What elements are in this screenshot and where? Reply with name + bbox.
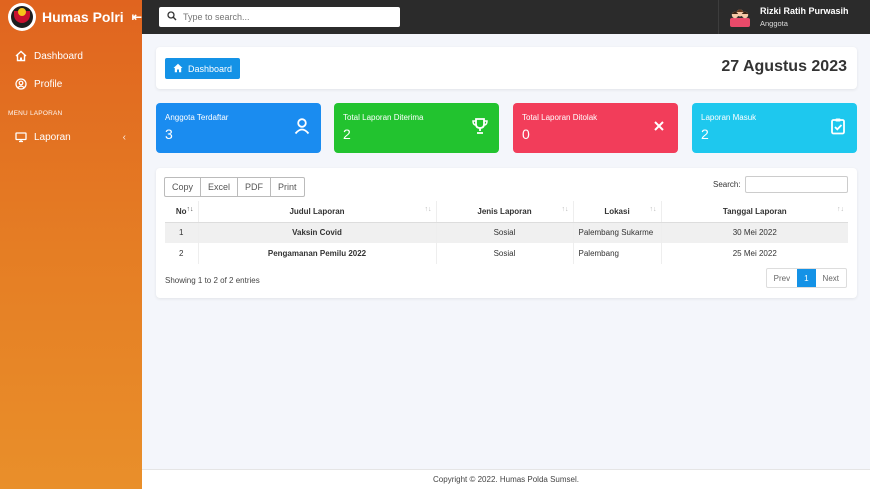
print-button[interactable]: Print xyxy=(271,178,304,196)
brand[interactable]: Humas Polri ⇤ xyxy=(0,0,142,34)
export-buttons: Copy Excel PDF Print xyxy=(164,177,305,197)
cell-lokasi: Palembang Sukarme xyxy=(573,222,662,243)
stat-label: Laporan Masuk xyxy=(701,113,757,122)
stat-card-anggota: Anggota Terdaftar 3 xyxy=(156,103,321,153)
stat-value: 2 xyxy=(701,126,709,142)
table-header-row: No ↑↓ Judul Laporan ↑↓ Jenis Laporan ↑↓ Lok… xyxy=(165,201,848,223)
cell-judul: Vaksin Covid xyxy=(198,222,437,243)
user-name: Rizki Ratih Purwasih xyxy=(760,6,849,16)
stat-card-ditolak: Total Laporan Ditolak 0 xyxy=(513,103,678,153)
sidebar: Humas Polri ⇤ Dashboard Profile MENU LAP… xyxy=(0,0,142,489)
stat-value: 3 xyxy=(165,126,173,142)
cell-no: 2 xyxy=(165,243,199,264)
page-1-button[interactable]: 1 xyxy=(797,269,816,287)
sidebar-nav: Dashboard Profile MENU LAPORAN Laporan ‹ xyxy=(0,42,142,151)
laporan-table: No ↑↓ Judul Laporan ↑↓ Jenis Laporan ↑↓ Lok… xyxy=(165,201,848,264)
table-search-input[interactable] xyxy=(745,176,848,193)
user-menu[interactable]: Rizki Ratih Purwasih Anggota xyxy=(718,0,870,34)
table-info: Showing 1 to 2 of 2 entries xyxy=(165,276,260,285)
cell-lokasi: Palembang xyxy=(573,243,662,264)
user-circle-icon xyxy=(15,78,27,90)
laporan-table-card: Copy Excel PDF Print Search: No ↑↓ Judul … xyxy=(156,168,857,298)
user-icon xyxy=(293,117,311,140)
next-page-button[interactable]: Next xyxy=(816,269,846,287)
sort-icon: ↑↓ xyxy=(561,206,569,213)
column-header-no[interactable]: No ↑↓ xyxy=(165,201,199,223)
footer: Copyright © 2022. Humas Polda Sumsel. xyxy=(142,469,870,489)
excel-button[interactable]: Excel xyxy=(201,178,239,196)
topbar: Rizki Ratih Purwasih Anggota xyxy=(142,0,870,34)
sort-icon: ↑↓ xyxy=(424,206,432,213)
stat-label: Total Laporan Diterima xyxy=(343,113,424,122)
home-icon xyxy=(173,63,183,75)
sidebar-item-label: Laporan xyxy=(34,131,71,143)
page-header: Dashboard 27 Agustus 2023 xyxy=(156,47,857,89)
sidebar-item-label: Dashboard xyxy=(34,50,83,62)
cell-tanggal: 30 Mei 2022 xyxy=(661,222,848,243)
search-input[interactable] xyxy=(183,12,383,22)
copy-button[interactable]: Copy xyxy=(165,178,202,196)
pagination: Prev 1 Next xyxy=(765,268,847,288)
sidebar-item-laporan[interactable]: Laporan ‹ xyxy=(0,123,142,151)
stat-value: 2 xyxy=(343,126,351,142)
polri-logo xyxy=(8,3,36,31)
search-icon xyxy=(167,8,177,26)
table-search-label: Search: xyxy=(713,180,741,189)
global-search[interactable] xyxy=(159,7,400,27)
sort-icon: ↑↓ xyxy=(649,206,657,213)
stat-card-diterima: Total Laporan Diterima 2 xyxy=(334,103,499,153)
stat-value: 0 xyxy=(522,126,530,142)
collapse-sidebar-icon[interactable]: ⇤ xyxy=(132,10,142,24)
menu-section-heading: MENU LAPORAN xyxy=(8,110,63,117)
column-header-tanggal[interactable]: Tanggal Laporan ↑↓ xyxy=(661,201,848,223)
clipboard-check-icon xyxy=(829,117,847,140)
column-header-jenis[interactable]: Jenis Laporan ↑↓ xyxy=(436,201,574,223)
prev-page-button[interactable]: Prev xyxy=(767,269,797,287)
cell-jenis: Sosial xyxy=(436,243,574,264)
sidebar-item-profile[interactable]: Profile xyxy=(0,70,142,98)
sidebar-item-label: Profile xyxy=(34,78,63,90)
brand-title: Humas Polri xyxy=(42,9,124,25)
home-icon xyxy=(15,50,27,62)
cell-jenis: Sosial xyxy=(436,222,574,243)
cell-tanggal: 25 Mei 2022 xyxy=(732,249,777,258)
stat-card-masuk: Laporan Masuk 2 xyxy=(692,103,857,153)
stat-label: Total Laporan Ditolak xyxy=(522,113,598,122)
cell-no: 1 xyxy=(165,222,199,243)
stat-label: Anggota Terdaftar xyxy=(165,113,229,122)
dashboard-button-label: Dashboard xyxy=(188,63,233,74)
current-date: 27 Agustus 2023 xyxy=(721,58,847,75)
column-header-lokasi[interactable]: Lokasi ↑↓ xyxy=(573,201,662,223)
sidebar-item-dashboard[interactable]: Dashboard xyxy=(0,42,142,70)
column-header-judul[interactable]: Judul Laporan ↑↓ xyxy=(198,201,437,223)
chevron-left-icon: ‹ xyxy=(122,131,126,143)
pdf-button[interactable]: PDF xyxy=(238,178,272,196)
trophy-icon xyxy=(471,117,489,140)
cell-judul: Pengamanan Pemilu 2022 xyxy=(198,243,437,264)
user-role: Anggota xyxy=(760,19,788,28)
sort-asc-icon: ↑↓ xyxy=(186,206,194,213)
monitor-icon xyxy=(15,131,27,143)
dashboard-button[interactable]: Dashboard xyxy=(165,58,241,79)
close-icon xyxy=(650,117,668,140)
sort-icon: ↑↓ xyxy=(837,206,844,213)
table-row[interactable]: 1 Vaksin Covid Sosial Palembang Sukarme … xyxy=(165,222,848,243)
table-row[interactable]: 2 Pengamanan Pemilu 2022 Sosial Palemban… xyxy=(165,243,848,264)
avatar xyxy=(729,6,751,28)
